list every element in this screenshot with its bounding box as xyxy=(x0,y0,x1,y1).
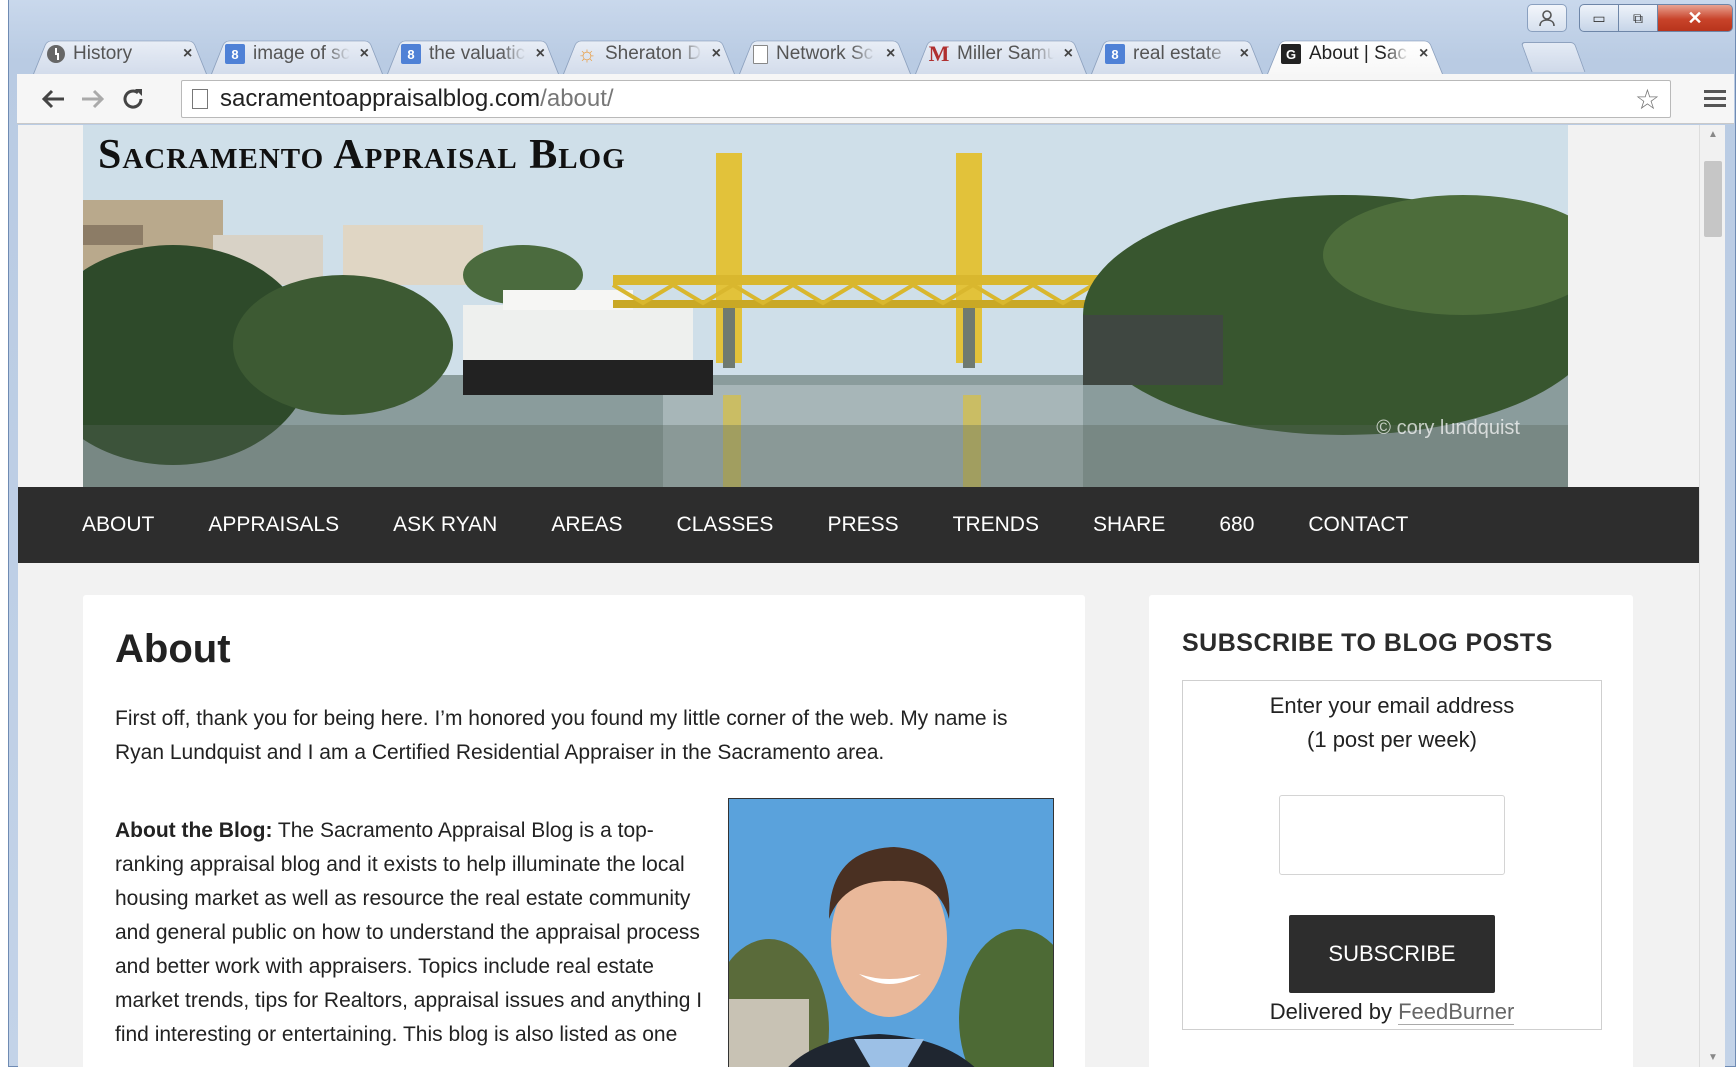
tab-history[interactable]: History × xyxy=(33,34,207,74)
tab-strip: History × 8 image of sc × 8 the valuatic… xyxy=(33,34,1586,74)
bookmark-star-icon[interactable]: ☆ xyxy=(1635,83,1660,116)
bridge-photo xyxy=(83,125,1568,487)
page-viewport: Sacramento Appraisal Blog © cory lundqui… xyxy=(18,125,1699,1067)
nav-item-press[interactable]: PRESS xyxy=(827,513,898,537)
intro-paragraph: First off, thank you for being here. I’m… xyxy=(115,707,1008,764)
tab-about-active[interactable]: G About | Sac × xyxy=(1267,34,1443,74)
nav-item-contact[interactable]: CONTACT xyxy=(1308,513,1408,537)
tab-google-real-estate[interactable]: 8 real estate × xyxy=(1091,34,1263,74)
tab-title: Miller Samu xyxy=(957,43,1054,64)
maximize-icon: ⧉ xyxy=(1633,9,1643,26)
tab-title: real estate xyxy=(1133,43,1222,64)
tab-gmail[interactable]: M Miller Samu × xyxy=(915,34,1087,74)
tab-sheraton[interactable]: ☼ Sheraton D × xyxy=(563,34,735,74)
address-bar[interactable]: sacramentoappraisalblog.com/about/ ☆ xyxy=(181,80,1671,118)
minimize-icon: ▭ xyxy=(1592,9,1606,26)
menu-icon[interactable] xyxy=(1704,86,1726,111)
tab-close-icon[interactable]: × xyxy=(183,45,192,63)
browser-toolbar: sacramentoappraisalblog.com/about/ ☆ xyxy=(17,74,1734,124)
tab-close-icon[interactable]: × xyxy=(886,45,895,63)
tab-title: About | Sac xyxy=(1309,43,1407,64)
tab-title: Sheraton D xyxy=(605,43,702,64)
vertical-scrollbar[interactable]: ▲ ▼ xyxy=(1699,125,1725,1067)
subscribe-heading: SUBSCRIBE TO BLOG POSTS xyxy=(1182,629,1553,657)
about-blog-text: The Sacramento Appraisal Blog is a top-r… xyxy=(115,819,703,1046)
reload-icon xyxy=(123,88,143,108)
google-icon: 8 xyxy=(401,44,421,64)
subscribe-form: Enter your email address (1 post per wee… xyxy=(1182,680,1602,1030)
tab-title: History xyxy=(73,43,133,64)
history-icon xyxy=(47,45,65,63)
tab-close-icon[interactable]: × xyxy=(1064,45,1073,63)
subscribe-button[interactable]: SUBSCRIBE xyxy=(1289,915,1495,993)
tab-close-icon[interactable]: × xyxy=(1419,45,1428,63)
delivered-by: Delivered by FeedBurner xyxy=(1183,999,1601,1025)
forward-arrow-icon xyxy=(82,89,105,108)
scrollbar-thumb[interactable] xyxy=(1704,161,1722,237)
nav-item-680[interactable]: 680 xyxy=(1219,513,1254,537)
about-blog-section: About the Blog: The Sacramento Appraisal… xyxy=(115,798,1054,1067)
site-title[interactable]: Sacramento Appraisal Blog xyxy=(98,131,626,179)
close-icon: ✕ xyxy=(1687,7,1703,28)
frequency-note: (1 post per week) xyxy=(1307,727,1477,752)
main-content: About First off, thank you for being her… xyxy=(83,595,1085,1067)
tab-title: the valuatic xyxy=(429,43,526,64)
about-blog-paragraph: About the Blog: The Sacramento Appraisal… xyxy=(115,814,705,1052)
url-path: /about/ xyxy=(540,85,614,112)
tab-google-image[interactable]: 8 image of sc × xyxy=(211,34,383,74)
header-banner: Sacramento Appraisal Blog © cory lundqui… xyxy=(83,125,1568,487)
window-controls: ▭ ⧉ ✕ xyxy=(1527,4,1733,34)
person-icon xyxy=(1539,10,1555,27)
nav-item-areas[interactable]: AREAS xyxy=(551,513,622,537)
tab-network[interactable]: Network Sc × xyxy=(739,34,911,74)
nav-item-ask-ryan[interactable]: ASK RYAN xyxy=(393,513,497,537)
site-icon: G xyxy=(1281,44,1301,64)
tab-title: Network Sc xyxy=(776,43,874,64)
tab-close-icon[interactable]: × xyxy=(536,45,545,63)
author-photo xyxy=(728,798,1054,1067)
tab-close-icon[interactable]: × xyxy=(712,45,721,63)
nav-item-trends[interactable]: TRENDS xyxy=(953,513,1039,537)
document-icon xyxy=(753,44,768,64)
delivered-prefix: Delivered by xyxy=(1269,999,1399,1024)
profile-button[interactable] xyxy=(1527,4,1567,32)
minimize-button[interactable]: ▭ xyxy=(1579,4,1619,32)
scroll-up-icon[interactable]: ▲ xyxy=(1708,129,1718,140)
nav-item-appraisals[interactable]: APPRAISALS xyxy=(208,513,339,537)
maximize-button[interactable]: ⧉ xyxy=(1618,4,1658,32)
nav-item-share[interactable]: SHARE xyxy=(1093,513,1165,537)
photo-credit: © cory lundquist xyxy=(1376,417,1520,439)
scroll-down-icon[interactable]: ▼ xyxy=(1708,1052,1718,1063)
back-arrow-icon xyxy=(41,89,64,108)
main-navigation: ABOUT APPRAISALS ASK RYAN AREAS CLASSES … xyxy=(18,487,1699,563)
new-tab-button[interactable] xyxy=(1520,42,1586,72)
tab-close-icon[interactable]: × xyxy=(360,45,369,63)
tab-close-icon[interactable]: × xyxy=(1240,45,1249,63)
reload-button[interactable] xyxy=(113,79,153,119)
google-icon: 8 xyxy=(225,44,245,64)
forward-button[interactable] xyxy=(73,79,113,119)
page-icon xyxy=(192,89,208,109)
nav-item-about[interactable]: ABOUT xyxy=(82,513,154,537)
email-field[interactable] xyxy=(1279,795,1505,875)
email-prompt: Enter your email address xyxy=(1269,693,1515,718)
tab-title: image of sc xyxy=(253,43,350,64)
feedburner-link[interactable]: FeedBurner xyxy=(1398,999,1515,1025)
about-blog-label: About the Blog: xyxy=(115,819,273,842)
nav-item-classes[interactable]: CLASSES xyxy=(677,513,774,537)
portrait-image xyxy=(729,799,1053,1067)
sheraton-icon: ☼ xyxy=(576,41,598,66)
gmail-icon: M xyxy=(928,41,950,66)
close-window-button[interactable]: ✕ xyxy=(1657,4,1733,32)
back-button[interactable] xyxy=(33,79,73,119)
sidebar-subscribe: SUBSCRIBE TO BLOG POSTS Enter your email… xyxy=(1149,595,1633,1067)
google-icon: 8 xyxy=(1105,44,1125,64)
url-domain: sacramentoappraisalblog.com xyxy=(220,85,541,112)
page-title: About xyxy=(115,627,231,671)
tab-google-valuation[interactable]: 8 the valuatic × xyxy=(387,34,559,74)
